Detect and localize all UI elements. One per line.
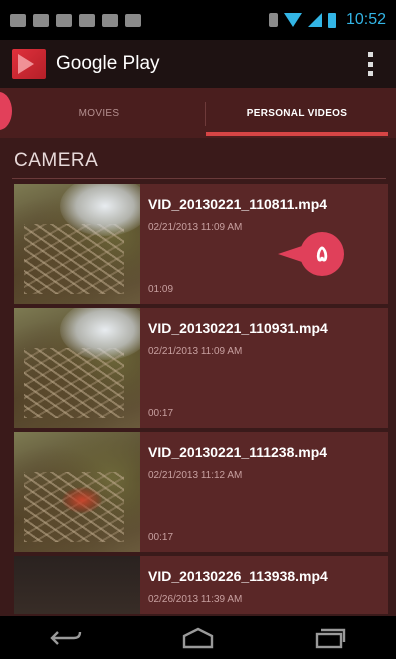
system-icons: 10:52 [268,11,386,29]
video-duration: 01:09 [148,284,174,295]
callout-badge: ۵ [278,232,354,276]
video-thumbnail [14,556,140,614]
status-bar: 10:52 [0,0,396,40]
video-title: VID_20130226_113938.mp4 [148,568,328,584]
phone-screen: 10:52 Google Play MOVIES PERSONAL VIDEOS… [0,0,396,659]
wifi-icon [283,13,302,27]
briefcase-icon [102,13,118,27]
video-title: VID_20130221_110931.mp4 [148,320,328,336]
back-icon[interactable] [36,618,96,658]
video-date: 02/21/2013 11:09 AM [148,346,243,357]
section-header: CAMERA [14,150,99,171]
bluetooth-icon [268,13,278,27]
section-divider [12,178,386,179]
play-logo-icon[interactable] [12,49,46,79]
gamepad-icon [125,13,141,27]
battery-icon [327,12,336,28]
action-bar: Google Play [0,40,396,88]
signal-icon [307,13,322,27]
navigation-bar [0,616,396,659]
video-duration: 00:17 [148,532,174,543]
video-duration: 00:17 [148,408,174,419]
chat-icon [33,13,49,27]
recent-apps-icon[interactable] [300,618,360,658]
video-title: VID_20130221_111238.mp4 [148,444,328,460]
status-clock: 10:52 [345,11,386,28]
tab-divider [205,102,206,126]
video-title: VID_20130221_110811.mp4 [148,196,328,212]
video-list-item[interactable]: VID_20130221_111238.mp4 02/21/2013 11:12… [14,432,388,554]
callout-number: ۵ [300,232,344,276]
tab-bar: MOVIES PERSONAL VIDEOS [0,88,396,138]
video-thumbnail [14,184,140,304]
video-date: 02/21/2013 11:12 AM [148,470,243,481]
notification-icons [10,13,141,27]
video-date: 02/21/2013 11:09 AM [148,222,243,233]
tab-movies[interactable]: MOVIES [0,88,198,138]
video-thumbnail [14,308,140,428]
app-title: Google Play [56,53,160,74]
video-list-item[interactable]: VID_20130226_113938.mp4 02/26/2013 11:39… [14,556,388,616]
home-icon[interactable] [168,618,228,658]
email-icon [10,13,26,27]
briefcase-icon [79,13,95,27]
video-thumbnail [14,432,140,552]
tab-personal-videos[interactable]: PERSONAL VIDEOS [198,88,396,138]
video-list-item[interactable]: VID_20130221_110931.mp4 02/21/2013 11:09… [14,308,388,430]
video-date: 02/26/2013 11:39 AM [148,594,243,605]
overflow-menu-icon[interactable] [368,52,374,76]
file-icon [56,13,72,27]
